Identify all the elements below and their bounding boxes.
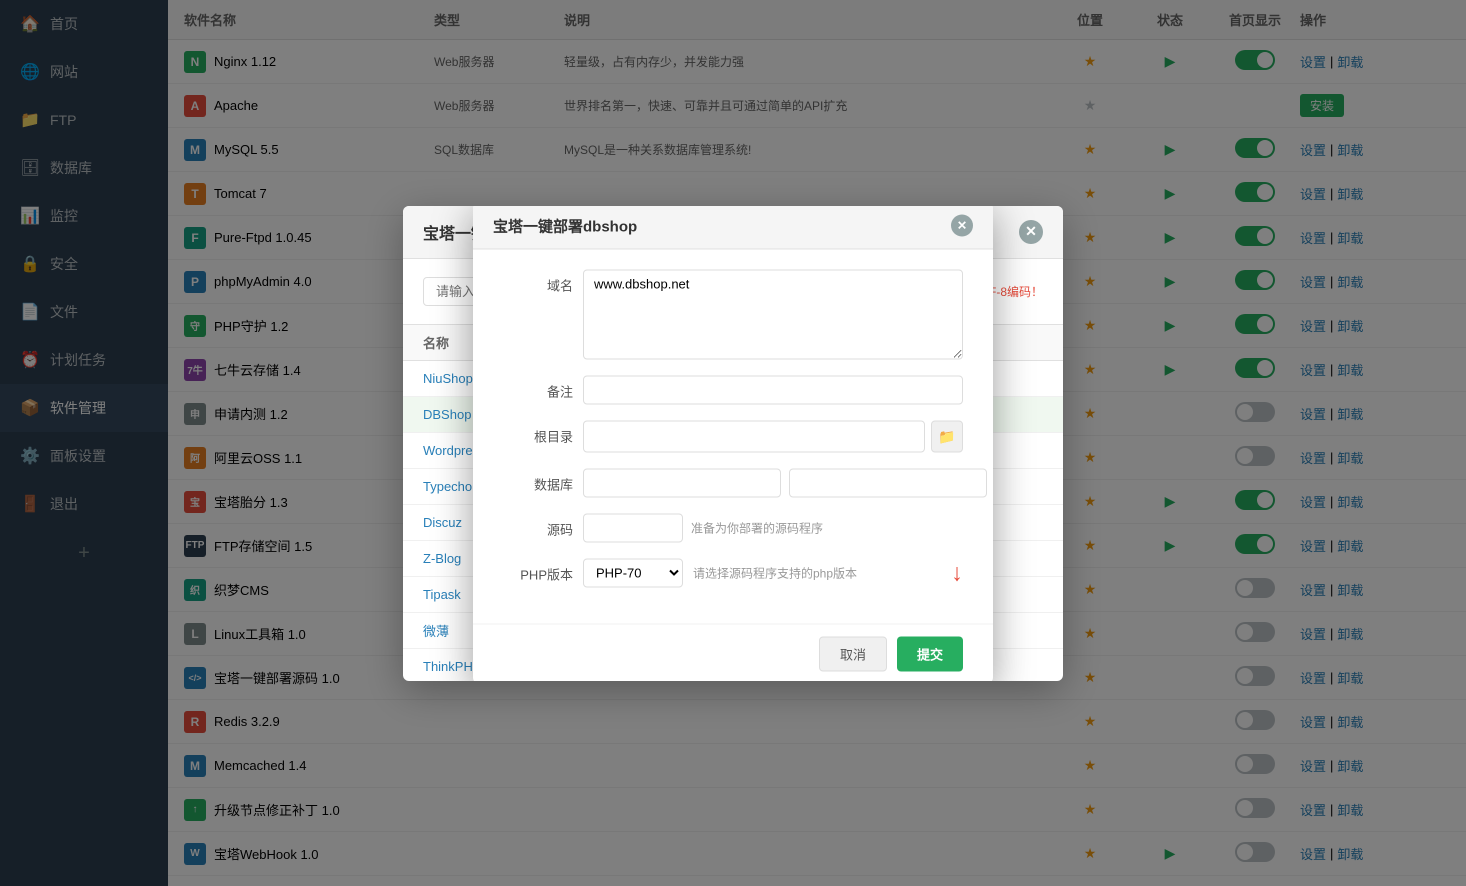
php-label: PHP版本	[503, 559, 573, 584]
source-label: 源码	[503, 514, 573, 539]
db-password-input[interactable]: fD7KPpbSek	[789, 469, 987, 498]
modal-inner-body: 域名 www.dbshop.net 备注 www.dbshop.net 根目录 …	[473, 250, 993, 624]
form-row-root: 根目录 /www/wwwroot/www.dbshop.net 📁	[503, 421, 963, 453]
source-hint: 准备为你部署的源码程序	[691, 520, 823, 537]
remark-label: 备注	[503, 376, 573, 401]
form-row-remark: 备注 www.dbshop.net	[503, 376, 963, 405]
root-input[interactable]: /www/wwwroot/www.dbshop.net	[583, 421, 925, 453]
domain-label: 域名	[503, 270, 573, 295]
form-row-domain: 域名 www.dbshop.net	[503, 270, 963, 360]
source-input[interactable]: dbshop	[583, 514, 683, 543]
modal-inner-close-button[interactable]: ✕	[951, 215, 973, 237]
modal-outer: 宝塔一键部署源码 ✕ 查找 注意：除非有注明，否则均为UTF-8编码！ 名称 操…	[403, 206, 1063, 681]
remark-input[interactable]: www.dbshop.net	[583, 376, 963, 405]
root-input-wrap: /www/wwwroot/www.dbshop.net 📁	[583, 421, 963, 453]
arrow-down-icon: ↓	[951, 559, 963, 587]
db-name-input[interactable]: www_dbshop_net	[583, 469, 781, 498]
domain-input[interactable]: www.dbshop.net	[583, 270, 963, 360]
php-select-wrap: PHP-70 PHP-56 PHP-54 PHP-52 请选择源码程序支持的ph…	[583, 559, 963, 588]
form-row-php: PHP版本 PHP-70 PHP-56 PHP-54 PHP-52 请选择源码程…	[503, 559, 963, 588]
submit-button[interactable]: 提交	[897, 637, 963, 672]
php-select[interactable]: PHP-70 PHP-56 PHP-54 PHP-52	[583, 559, 683, 588]
db-label: 数据库	[503, 469, 573, 494]
modal-overlay: 宝塔一键部署源码 ✕ 查找 注意：除非有注明，否则均为UTF-8编码！ 名称 操…	[0, 0, 1466, 886]
db-inputs-wrap: www_dbshop_net fD7KPpbSek	[583, 469, 987, 498]
form-row-db: 数据库 www_dbshop_net fD7KPpbSek	[503, 469, 963, 498]
root-label: 根目录	[503, 421, 573, 446]
modal-inner-title: 宝塔一键部署dbshop	[493, 215, 637, 236]
cancel-button[interactable]: 取消	[819, 637, 887, 672]
modal-inner-footer: 取消 提交	[473, 624, 993, 681]
php-hint: 请选择源码程序支持的php版本	[693, 565, 857, 582]
source-row: dbshop 准备为你部署的源码程序	[583, 514, 963, 543]
folder-icon[interactable]: 📁	[931, 421, 963, 453]
modal-inner: 宝塔一键部署dbshop ✕ 域名 www.dbshop.net 备注 www.…	[473, 206, 993, 681]
modal-inner-header: 宝塔一键部署dbshop ✕	[473, 206, 993, 250]
form-row-source: 源码 dbshop 准备为你部署的源码程序	[503, 514, 963, 543]
modal-outer-close-button[interactable]: ✕	[1019, 220, 1043, 244]
